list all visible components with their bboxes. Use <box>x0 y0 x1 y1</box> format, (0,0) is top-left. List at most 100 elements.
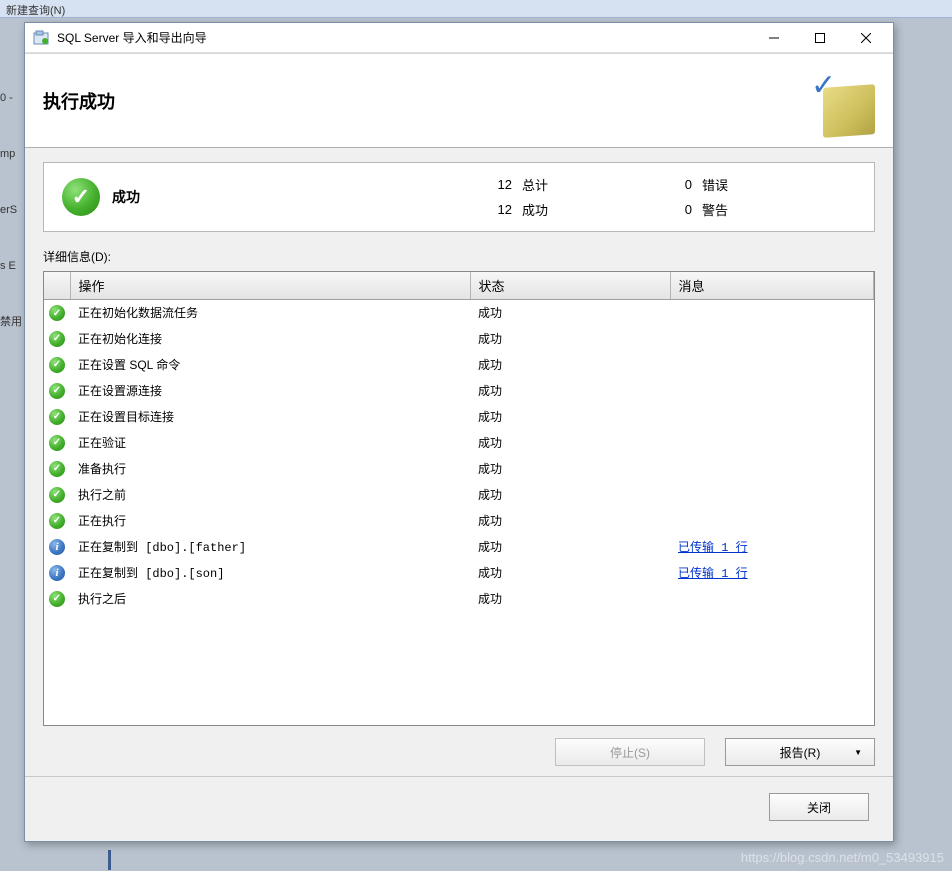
message-cell <box>670 352 874 378</box>
status-cell: 成功 <box>470 456 670 482</box>
message-cell[interactable]: 已传输 1 行 <box>670 560 874 586</box>
status-cell: 成功 <box>470 404 670 430</box>
check-icon: ✓ <box>44 352 70 378</box>
check-icon: ✓ <box>44 300 70 326</box>
page-title: 执行成功 <box>43 88 795 114</box>
app-icon <box>33 30 49 46</box>
message-cell <box>670 456 874 482</box>
warn-label: 警告 <box>702 200 782 219</box>
summary-status-label: 成功 <box>112 187 140 207</box>
status-cell: 成功 <box>470 534 670 560</box>
header-graphic: ✓ <box>795 66 875 136</box>
total-count: 12 <box>472 177 512 192</box>
operation-cell: 正在设置目标连接 <box>70 404 470 430</box>
dropdown-arrow-icon: ▼ <box>854 748 862 757</box>
col-status[interactable]: 状态 <box>470 272 670 300</box>
table-row[interactable]: i正在复制到 [dbo].[son]成功已传输 1 行 <box>44 560 874 586</box>
table-row[interactable]: ✓正在设置目标连接成功 <box>44 404 874 430</box>
message-link[interactable]: 已传输 1 行 <box>678 541 748 555</box>
operation-cell: 执行之后 <box>70 586 470 612</box>
status-cell: 成功 <box>470 560 670 586</box>
table-row[interactable]: ✓正在初始化连接成功 <box>44 326 874 352</box>
close-button[interactable] <box>843 24 889 52</box>
header-section: 执行成功 ✓ <box>25 53 893 148</box>
info-icon: i <box>44 534 70 560</box>
message-cell <box>670 430 874 456</box>
operation-cell: 正在执行 <box>70 508 470 534</box>
message-cell[interactable]: 已传输 1 行 <box>670 534 874 560</box>
details-table: 操作 状态 消息 ✓正在初始化数据流任务成功✓正在初始化连接成功✓正在设置 SQ… <box>44 272 874 612</box>
success-label: 成功 <box>522 200 642 219</box>
operation-cell: 正在复制到 [dbo].[father] <box>70 534 470 560</box>
table-row[interactable]: ✓正在验证成功 <box>44 430 874 456</box>
message-cell <box>670 378 874 404</box>
message-link[interactable]: 已传输 1 行 <box>678 567 748 581</box>
success-count: 12 <box>472 202 512 217</box>
background-left-fragment: 0 - mp erS s E 禁用 <box>0 90 22 370</box>
warn-count: 0 <box>652 202 692 217</box>
wizard-dialog: SQL Server 导入和导出向导 执行成功 ✓ ✓ 成功 12 总计 <box>24 22 894 842</box>
table-row[interactable]: ✓正在设置 SQL 命令成功 <box>44 352 874 378</box>
dialog-body: ✓ 成功 12 总计 0 错误 12 成功 0 警告 详细信息(D): <box>25 148 893 776</box>
status-cell: 成功 <box>470 586 670 612</box>
table-header-row: 操作 状态 消息 <box>44 272 874 300</box>
table-row[interactable]: ✓正在执行成功 <box>44 508 874 534</box>
maximize-button[interactable] <box>797 24 843 52</box>
error-label: 错误 <box>702 175 782 194</box>
check-icon: ✓ <box>44 378 70 404</box>
col-operation[interactable]: 操作 <box>70 272 470 300</box>
status-cell: 成功 <box>470 378 670 404</box>
table-body: ✓正在初始化数据流任务成功✓正在初始化连接成功✓正在设置 SQL 命令成功✓正在… <box>44 300 874 612</box>
status-cell: 成功 <box>470 430 670 456</box>
check-icon: ✓ <box>44 456 70 482</box>
table-row[interactable]: ✓准备执行成功 <box>44 456 874 482</box>
message-cell <box>670 326 874 352</box>
message-cell <box>670 300 874 326</box>
table-row[interactable]: ✓正在初始化数据流任务成功 <box>44 300 874 326</box>
details-label: 详细信息(D): <box>43 248 875 265</box>
check-icon: ✓ <box>44 482 70 508</box>
background-toolbar-fragment: 新建查询(N) <box>0 0 952 18</box>
success-icon: ✓ <box>62 178 100 216</box>
check-icon: ✓ <box>44 430 70 456</box>
message-cell <box>670 482 874 508</box>
operation-cell: 正在复制到 [dbo].[son] <box>70 560 470 586</box>
operation-cell: 准备执行 <box>70 456 470 482</box>
dialog-footer: 关闭 <box>25 776 893 841</box>
operation-cell: 执行之前 <box>70 482 470 508</box>
table-row[interactable]: i正在复制到 [dbo].[father]成功已传输 1 行 <box>44 534 874 560</box>
button-row: 停止(S) 报告(R) ▼ <box>43 738 875 766</box>
close-dialog-button[interactable]: 关闭 <box>769 793 869 821</box>
status-cell: 成功 <box>470 482 670 508</box>
col-icon[interactable] <box>44 272 70 300</box>
table-row[interactable]: ✓执行之前成功 <box>44 482 874 508</box>
check-icon: ✓ <box>44 326 70 352</box>
status-cell: 成功 <box>470 508 670 534</box>
window-controls <box>751 24 889 52</box>
checkmark-icon: ✓ <box>811 68 836 103</box>
error-count: 0 <box>652 177 692 192</box>
report-button[interactable]: 报告(R) ▼ <box>725 738 875 766</box>
operation-cell: 正在初始化数据流任务 <box>70 300 470 326</box>
stop-button: 停止(S) <box>555 738 705 766</box>
table-row[interactable]: ✓执行之后成功 <box>44 586 874 612</box>
message-cell <box>670 404 874 430</box>
minimize-button[interactable] <box>751 24 797 52</box>
details-table-wrap: 操作 状态 消息 ✓正在初始化数据流任务成功✓正在初始化连接成功✓正在设置 SQ… <box>43 271 875 726</box>
check-icon: ✓ <box>44 508 70 534</box>
check-icon: ✓ <box>44 586 70 612</box>
table-row[interactable]: ✓正在设置源连接成功 <box>44 378 874 404</box>
operation-cell: 正在初始化连接 <box>70 326 470 352</box>
message-cell <box>670 586 874 612</box>
window-title: SQL Server 导入和导出向导 <box>57 29 751 46</box>
total-label: 总计 <box>522 175 642 194</box>
status-cell: 成功 <box>470 326 670 352</box>
background-line <box>108 850 111 870</box>
summary-panel: ✓ 成功 12 总计 0 错误 12 成功 0 警告 <box>43 162 875 232</box>
titlebar[interactable]: SQL Server 导入和导出向导 <box>25 23 893 53</box>
col-message[interactable]: 消息 <box>670 272 874 300</box>
summary-stats: 12 总计 0 错误 12 成功 0 警告 <box>472 175 856 219</box>
operation-cell: 正在设置源连接 <box>70 378 470 404</box>
operation-cell: 正在设置 SQL 命令 <box>70 352 470 378</box>
message-cell <box>670 508 874 534</box>
